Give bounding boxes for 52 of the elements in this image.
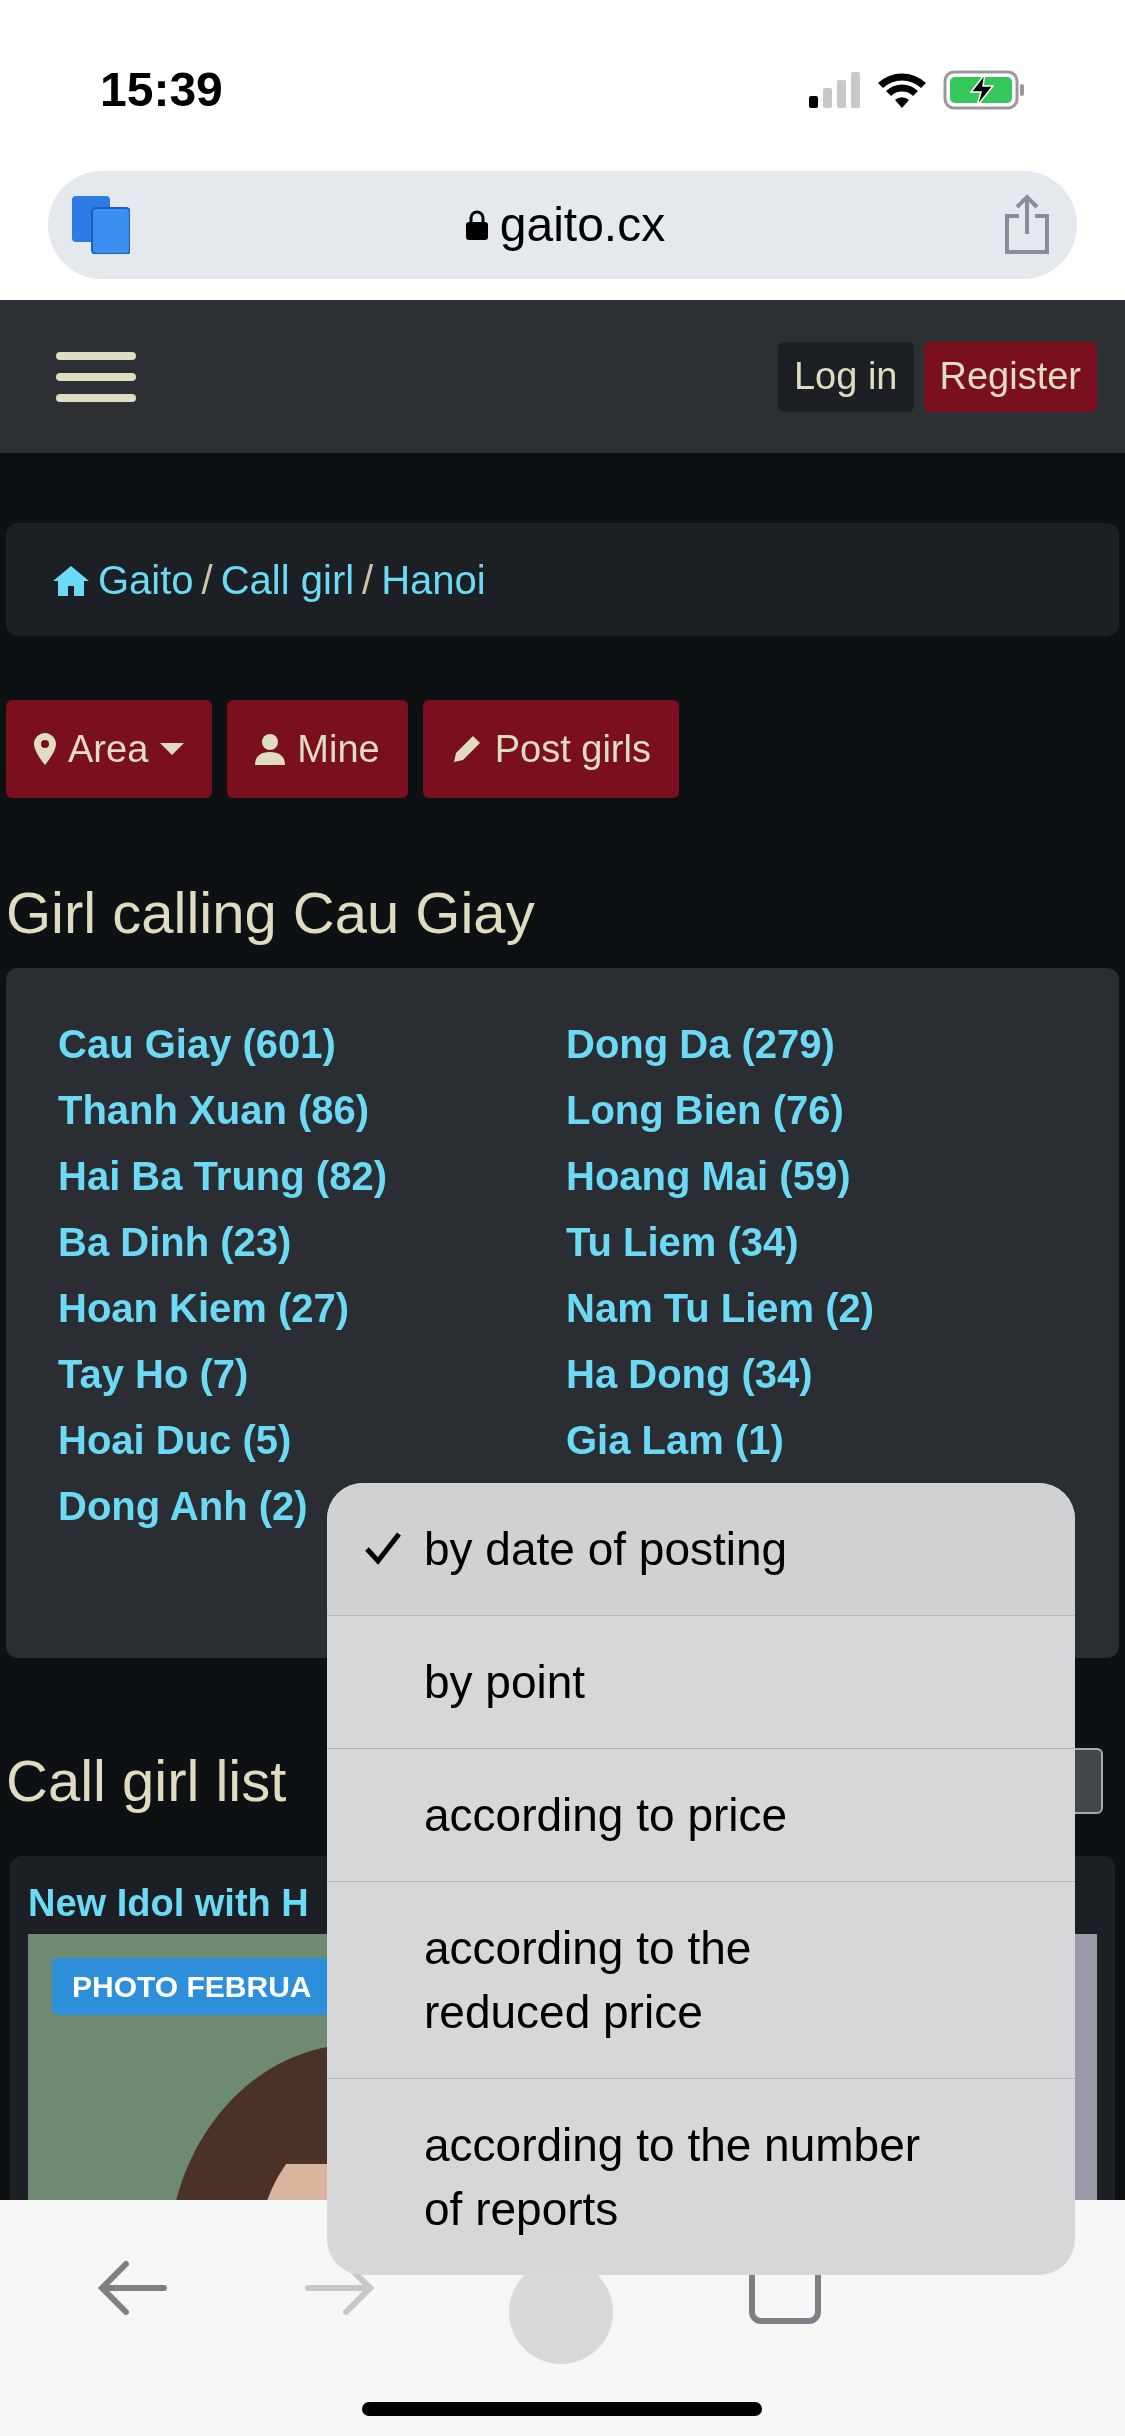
sort-option[interactable]: by date of posting <box>327 1483 1075 1615</box>
action-button[interactable]: Area <box>6 700 213 798</box>
menu-icon[interactable] <box>56 351 136 402</box>
register-button[interactable]: Register <box>923 341 1097 412</box>
breadcrumb-link[interactable]: Call girl <box>220 549 355 610</box>
home-icon[interactable] <box>52 563 90 596</box>
checkmark-icon <box>364 1531 402 1565</box>
battery-icon <box>943 70 1025 110</box>
breadcrumb-separator: / <box>362 556 374 604</box>
option-label: by date of posting <box>424 1522 789 1577</box>
option-label: by point <box>424 1655 587 1710</box>
area-link[interactable]: Dong Da (279) <box>566 1018 1067 1070</box>
login-button[interactable]: Log in <box>777 341 914 412</box>
option-label: according to the number <box>424 2118 922 2173</box>
breadcrumb-link[interactable]: Hanoi <box>381 549 486 610</box>
signal-icon <box>809 72 861 108</box>
area-link[interactable]: Hoang Mai (59) <box>566 1150 1067 1202</box>
sort-option[interactable]: according to the reduced price <box>327 1881 1075 2078</box>
wifi-icon <box>877 72 927 108</box>
section-heading: Girl calling Cau Giay <box>6 879 536 947</box>
option-label: reduced price <box>424 1985 704 2040</box>
area-link[interactable]: Nam Tu Liem (2) <box>566 1282 1067 1334</box>
section-heading: Call girl list <box>6 1747 287 1815</box>
user-icon <box>255 733 286 765</box>
sort-option[interactable]: according to price <box>327 1748 1075 1881</box>
action-button[interactable]: Post girls <box>422 700 679 798</box>
map-pin-icon <box>34 733 56 765</box>
sort-option[interactable]: by point <box>327 1615 1075 1748</box>
area-link[interactable]: Tay Ho (7) <box>58 1348 566 1400</box>
url-text: gaito.cx <box>499 197 666 253</box>
area-link[interactable]: Gia Lam (1) <box>566 1414 1067 1466</box>
area-link[interactable]: Long Bien (76) <box>566 1084 1067 1136</box>
area-link[interactable]: Thanh Xuan (86) <box>58 1084 566 1136</box>
area-link[interactable]: Hoan Kiem (27) <box>58 1282 566 1334</box>
area-link[interactable]: Hoai Duc (5) <box>58 1414 566 1466</box>
area-link[interactable]: Hai Ba Trung (82) <box>58 1150 566 1202</box>
breadcrumb-separator: / <box>201 556 213 604</box>
area-link[interactable]: Tu Liem (34) <box>566 1216 1067 1268</box>
option-label: according to the <box>424 1921 753 1976</box>
option-label: according to price <box>424 1788 789 1843</box>
area-link[interactable]: Ha Dong (34) <box>566 1348 1067 1400</box>
listing-title[interactable]: New Idol with H <box>28 1882 309 1924</box>
action-button[interactable]: Mine <box>227 700 408 798</box>
address-bar[interactable]: gaito.cx <box>48 171 1077 279</box>
status-time: 15:39 <box>100 62 223 118</box>
breadcrumb-link[interactable]: Gaito <box>98 549 194 610</box>
option-label: of reports <box>424 2182 620 2237</box>
back-arrow-icon[interactable] <box>97 2260 168 2316</box>
sort-option[interactable]: according to the number of reports <box>327 2078 1075 2275</box>
area-link[interactable]: Cau Giay (601) <box>58 1018 566 1070</box>
lock-icon <box>465 210 488 240</box>
area-link[interactable]: Ba Dinh (23) <box>58 1216 566 1268</box>
